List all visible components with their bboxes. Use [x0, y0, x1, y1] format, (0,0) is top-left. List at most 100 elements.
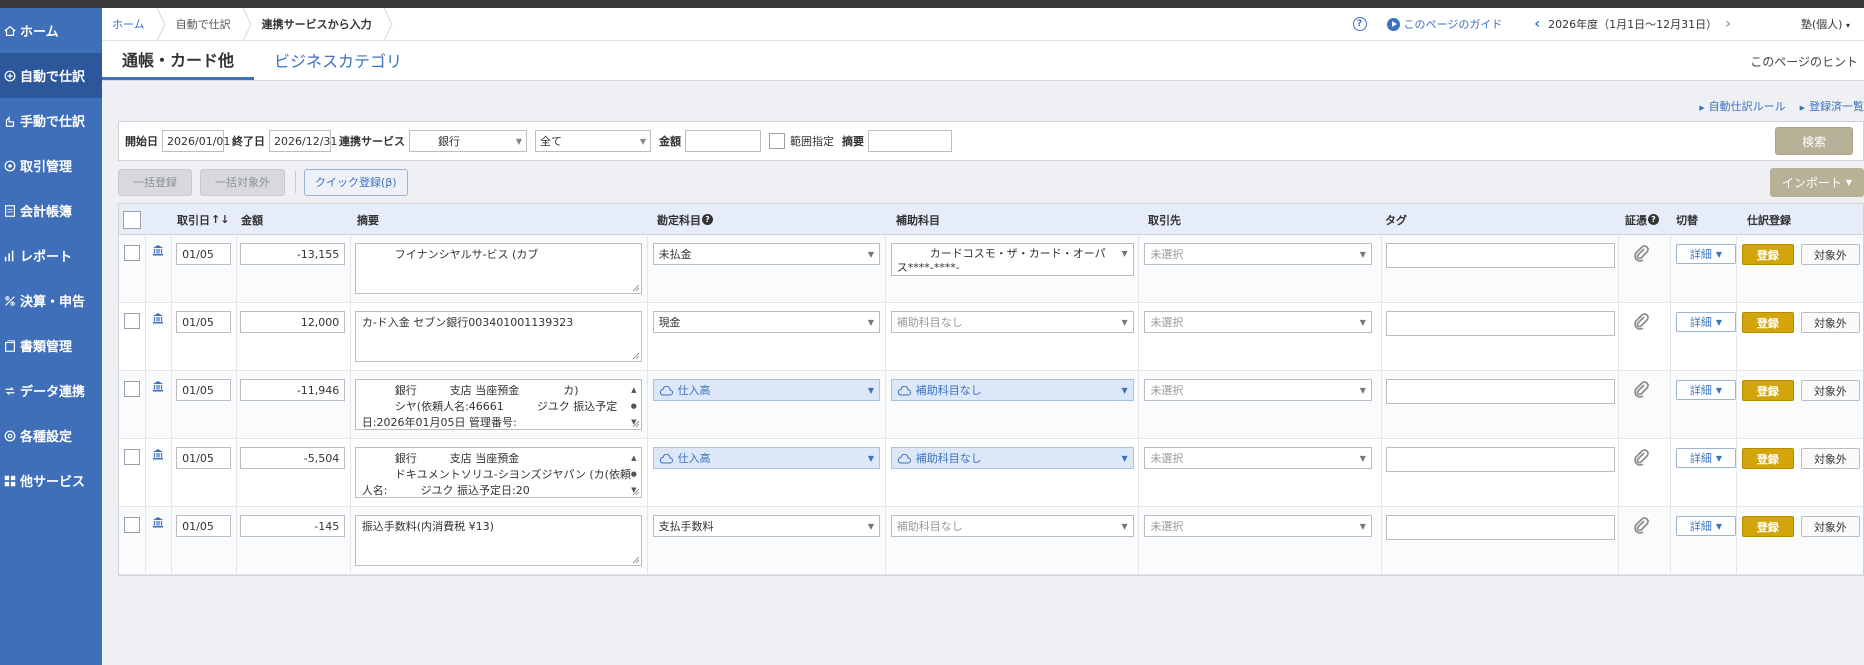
help-icon[interactable]: ? [1648, 214, 1659, 225]
sidebar-item-auto-journal[interactable]: 自動で仕訳 [0, 53, 102, 98]
sidebar-item-ledger[interactable]: 会計帳簿 [0, 188, 102, 233]
detail-toggle-button[interactable]: 詳細 ▼ [1675, 312, 1737, 332]
user-menu[interactable]: 塾(個人) ▾ [1801, 16, 1850, 32]
bulk-exclude-button[interactable]: 一括対象外 [200, 168, 285, 196]
account-select[interactable]: 仕入高 ▼ [652, 447, 881, 469]
tag-input[interactable] [1386, 515, 1615, 540]
help-icon[interactable]: ? [1352, 17, 1367, 31]
breadcrumb-home[interactable]: ホーム [102, 8, 157, 41]
sidebar-item-report[interactable]: レポート [0, 233, 102, 278]
resize-grip-icon[interactable] [632, 420, 640, 428]
row-checkbox[interactable] [123, 313, 140, 329]
date-input[interactable]: 01/05 [176, 447, 231, 469]
paperclip-icon[interactable] [1632, 312, 1650, 333]
partner-select[interactable]: 未選択 ▼ [1144, 379, 1372, 401]
account-select[interactable]: 全て ▼ [535, 130, 651, 152]
page-guide-link[interactable]: このページのガイド [1386, 16, 1502, 32]
sidebar-item-transaction[interactable]: 取引管理 [0, 143, 102, 188]
account-select[interactable]: 現金 ▼ [652, 311, 881, 333]
partner-select[interactable]: 未選択 ▼ [1144, 243, 1372, 265]
quick-register-button[interactable]: クイック登録(β) [304, 168, 408, 196]
amount-input[interactable]: -11,946 [240, 379, 346, 401]
detail-toggle-button[interactable]: 詳細 ▼ [1675, 244, 1737, 264]
exclude-button[interactable]: 対象外 [1800, 244, 1861, 265]
sidebar-item-tax-return[interactable]: 決算・申告 [0, 278, 102, 323]
memo-textarea[interactable]: 振込手数料(内消費税 ¥13) [354, 515, 642, 566]
chevron-left-icon[interactable]: ‹ [1534, 16, 1540, 32]
date-input[interactable]: 01/05 [176, 311, 231, 333]
row-checkbox[interactable] [123, 245, 140, 261]
amount-input[interactable]: -145 [240, 515, 346, 537]
sidebar-item-data-link[interactable]: データ連携 [0, 368, 102, 413]
tab-business-category[interactable]: ビジネスカテゴリ [254, 40, 422, 80]
search-button[interactable]: 検索 [1775, 127, 1853, 155]
resize-grip-icon[interactable] [632, 556, 640, 564]
tag-input[interactable] [1386, 447, 1615, 472]
auto-journal-rules-link[interactable]: ▶ 自動仕訳ルール [1699, 98, 1785, 114]
sub-account-select[interactable]: 補助科目なし ▼ [890, 515, 1134, 537]
sidebar-item-home[interactable]: ホーム [0, 8, 102, 53]
exclude-button[interactable]: 対象外 [1800, 516, 1861, 537]
sidebar-item-other-services[interactable]: 他サービス [0, 458, 102, 503]
detail-toggle-button[interactable]: 詳細 ▼ [1675, 448, 1737, 468]
exclude-button[interactable]: 対象外 [1800, 448, 1861, 469]
date-sort-header[interactable]: 取引日 ↑↓ [177, 204, 229, 235]
start-date-input[interactable]: 2026/01/01 [162, 130, 230, 152]
bulk-register-button[interactable]: 一括登録 [118, 168, 192, 196]
row-checkbox[interactable] [123, 449, 140, 465]
date-input[interactable]: 01/05 [176, 243, 231, 265]
end-date-input[interactable]: 2026/12/31 [269, 130, 337, 152]
paperclip-icon[interactable] [1632, 516, 1650, 537]
sidebar-item-documents[interactable]: 書類管理 [0, 323, 102, 368]
help-icon[interactable]: ? [702, 214, 713, 225]
date-input[interactable]: 01/05 [176, 379, 231, 401]
partner-select[interactable]: 未選択 ▼ [1144, 515, 1372, 537]
register-button[interactable]: 登録 [1742, 380, 1794, 401]
memo-textarea[interactable]: 銀行 支店 当座預金 カ) シヤ(依頼人名:46661 ジユク 振込予定日:20… [354, 379, 642, 430]
partner-select[interactable]: 未選択 ▼ [1144, 447, 1372, 469]
breadcrumb-auto-journal[interactable]: 自動で仕訳 [166, 8, 243, 41]
paperclip-icon[interactable] [1632, 380, 1650, 401]
row-checkbox[interactable] [123, 381, 140, 397]
chevron-right-icon[interactable]: › [1725, 16, 1731, 32]
account-select[interactable]: 仕入高 ▼ [652, 379, 881, 401]
register-button[interactable]: 登録 [1742, 516, 1794, 537]
exclude-button[interactable]: 対象外 [1800, 380, 1861, 401]
memo-input[interactable] [868, 130, 952, 152]
amount-input[interactable]: -5,504 [240, 447, 346, 469]
memo-textarea[interactable]: 銀行 支店 当座預金 ドキユメントソリユ-シヨンズジヤパン (カ(依頼人名: ジ… [354, 447, 642, 498]
row-checkbox[interactable] [123, 517, 140, 533]
register-button[interactable]: 登録 [1742, 244, 1794, 265]
page-hint-link[interactable]: このページのヒント [1750, 53, 1858, 70]
import-button[interactable]: インポート ▼ [1770, 168, 1864, 197]
sub-account-select[interactable]: 補助科目なし ▼ [890, 311, 1134, 333]
tag-input[interactable] [1386, 311, 1615, 336]
detail-toggle-button[interactable]: 詳細 ▼ [1675, 516, 1737, 536]
paperclip-icon[interactable] [1632, 244, 1650, 265]
amount-input[interactable]: -13,155 [240, 243, 346, 265]
tag-input[interactable] [1386, 243, 1615, 268]
sidebar-item-hand-journal[interactable]: 手動で仕訳 [0, 98, 102, 143]
sidebar-item-settings[interactable]: 各種設定 [0, 413, 102, 458]
select-all-checkbox[interactable] [123, 210, 141, 229]
service-select[interactable]: 銀行 ▼ [409, 130, 527, 152]
registered-list-link[interactable]: ▶ 登録済一覧 [1800, 98, 1864, 114]
register-button[interactable]: 登録 [1742, 448, 1794, 469]
partner-select[interactable]: 未選択 ▼ [1144, 311, 1372, 333]
sub-account-select[interactable]: カードコスモ・ザ・カード・オーパス****-****- ▼ [890, 243, 1134, 276]
resize-grip-icon[interactable] [632, 488, 640, 496]
tag-input[interactable] [1386, 379, 1615, 404]
memo-textarea[interactable]: フイナンシヤルサ-ビス (カブ [354, 243, 642, 294]
account-select[interactable]: 支払手数料 ▼ [652, 515, 881, 537]
range-checkbox[interactable] [769, 133, 785, 149]
tab-bank-card[interactable]: 通帳・カード他 [102, 40, 255, 80]
memo-textarea[interactable]: カ-ド入金 セブン銀行003401001139323 [354, 311, 642, 362]
account-select[interactable]: 未払金 ▼ [652, 243, 881, 265]
resize-grip-icon[interactable] [632, 284, 640, 292]
exclude-button[interactable]: 対象外 [1800, 312, 1861, 333]
resize-grip-icon[interactable] [632, 352, 640, 360]
date-input[interactable]: 01/05 [176, 515, 231, 537]
detail-toggle-button[interactable]: 詳細 ▼ [1675, 380, 1737, 400]
amount-input[interactable] [685, 130, 761, 152]
amount-input[interactable]: 12,000 [240, 311, 346, 333]
